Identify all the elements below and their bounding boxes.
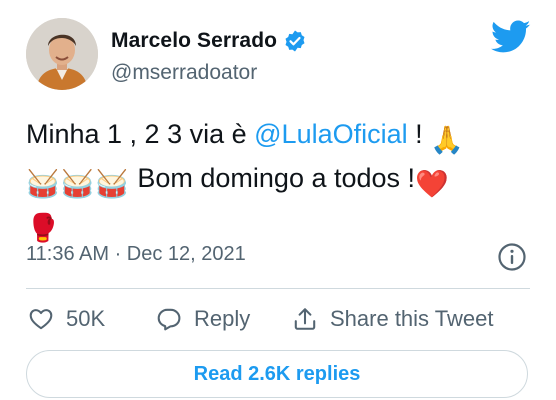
tweet-text-part: Bom domingo a todos ! [129, 163, 416, 193]
author-handle[interactable]: @mserradoator [111, 61, 257, 85]
like-count: 50K [66, 306, 106, 331]
share-icon [294, 308, 316, 330]
tweet-text-part: Minha 1 , 2 3 via è [26, 119, 255, 149]
boxing-glove-icon: 🥊 [26, 213, 60, 243]
share-label: Share this Tweet [330, 306, 494, 331]
share-button[interactable]: Share this Tweet [292, 302, 493, 336]
avatar[interactable] [26, 18, 98, 90]
tweet-text-part: ! [407, 119, 431, 149]
action-bar: 50K Reply Share this Tweet [26, 302, 536, 336]
heart-outline-icon [29, 309, 53, 330]
reply-button[interactable]: Reply [156, 302, 250, 336]
tweet-card: Marcelo Serrado @mserradoator Minha 1 , … [0, 0, 556, 400]
tweet-text: Minha 1 , 2 3 via è @LulaOficial ! 🙏 🥁🥁🥁… [26, 115, 541, 247]
verified-badge-icon [283, 29, 307, 53]
like-button[interactable]: 50K [28, 302, 105, 336]
tweet-timestamp[interactable]: 11:36 AM · Dec 12, 2021 [26, 243, 246, 266]
praying-hands-icon: 🙏 [430, 125, 464, 155]
author-name[interactable]: Marcelo Serrado [111, 29, 277, 53]
drum-icon: 🥁 [26, 169, 60, 199]
read-replies-button[interactable]: Read 2.6K replies [26, 350, 528, 398]
mention-link[interactable]: @LulaOficial [254, 119, 407, 149]
info-icon[interactable] [497, 242, 527, 272]
drum-icon: 🥁 [60, 169, 95, 199]
reply-label: Reply [194, 306, 251, 331]
twitter-bird-icon[interactable] [490, 20, 531, 54]
divider [26, 288, 530, 289]
drum-icon: 🥁 [95, 169, 129, 199]
reply-bubble-icon [157, 308, 181, 331]
heart-icon: ❤️ [415, 169, 449, 199]
